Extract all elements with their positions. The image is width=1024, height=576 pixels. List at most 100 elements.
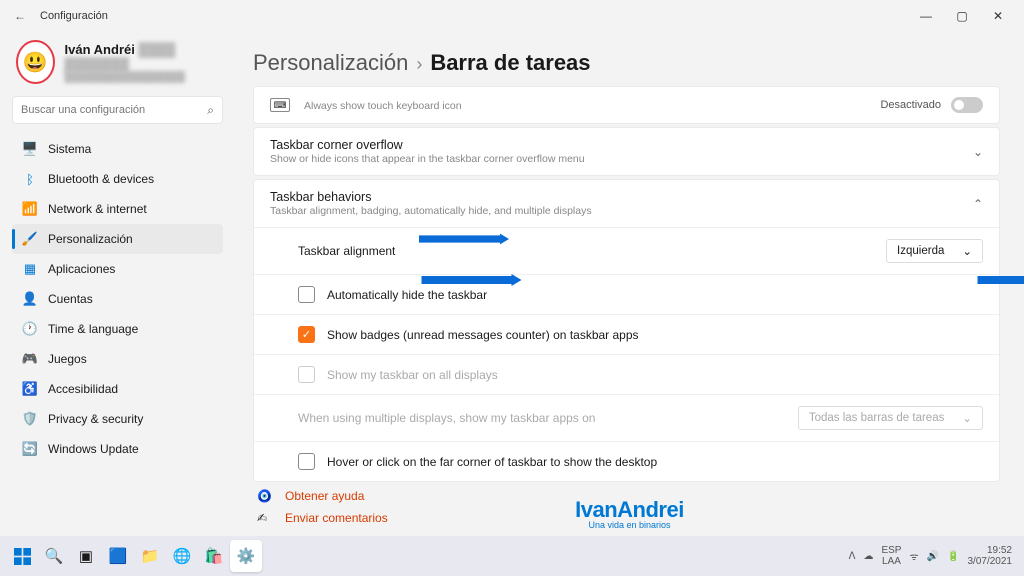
hovercorner-label: Hover or click on the far corner of task…: [327, 455, 983, 469]
explorer-icon[interactable]: 📁: [134, 540, 166, 572]
nav-label: Juegos: [48, 352, 87, 366]
touch-keyboard-toggle[interactable]: [951, 97, 983, 113]
nav-item-juegos[interactable]: 🎮 Juegos: [12, 344, 223, 374]
autohide-row[interactable]: Automatically hide the taskbar: [254, 275, 999, 315]
edge-icon[interactable]: 🌐: [166, 540, 198, 572]
nav-item-network-internet[interactable]: 📶 Network & internet: [12, 194, 223, 224]
nav-label: Accesibilidad: [48, 382, 118, 396]
feedback-icon: ✍︎: [257, 511, 275, 525]
help-icon: 🧿: [257, 489, 275, 503]
alldisplays-checkbox: [298, 366, 315, 383]
nav-icon: ▦: [22, 261, 38, 277]
taskbar-alignment-row: Taskbar alignment Izquierda⌄: [254, 228, 999, 275]
volume-icon[interactable]: 🔊: [927, 551, 939, 562]
nav-item-aplicaciones[interactable]: ▦ Aplicaciones: [12, 254, 223, 284]
nav-icon: 🖌️: [22, 231, 38, 247]
nav-icon: 👤: [22, 291, 38, 307]
back-button[interactable]: ←: [8, 9, 32, 23]
nav-label: Network & internet: [48, 202, 147, 216]
watermark: IvanAndrei Una vida en binarios: [575, 497, 684, 530]
alldisplays-label: Show my taskbar on all displays: [327, 368, 983, 382]
maximize-button[interactable]: ▢: [944, 4, 980, 28]
nav-icon: 📶: [22, 201, 38, 217]
tray-chevron-icon[interactable]: ᐱ: [849, 551, 856, 562]
nav-item-sistema[interactable]: 🖥️ Sistema: [12, 134, 223, 164]
widgets-icon[interactable]: 🟦: [102, 540, 134, 572]
alignment-dropdown[interactable]: Izquierda⌄: [886, 239, 983, 263]
nav-label: Aplicaciones: [48, 262, 115, 276]
search-icon: ⌕: [207, 103, 214, 118]
start-button[interactable]: [6, 540, 38, 572]
nav-item-bluetooth-devices[interactable]: ᛒ Bluetooth & devices: [12, 164, 223, 194]
nav-icon: 🔄: [22, 441, 38, 457]
autohide-label: Automatically hide the taskbar: [327, 288, 983, 302]
nav-icon: 🖥️: [22, 141, 38, 157]
nav-label: Personalización: [48, 232, 133, 246]
alignment-label: Taskbar alignment: [298, 244, 886, 258]
clock[interactable]: 19:523/07/2021: [968, 545, 1013, 567]
breadcrumb: Personalización › Barra de tareas: [253, 50, 1000, 76]
chevron-down-icon: ⌄: [962, 411, 972, 425]
user-profile[interactable]: 😃 Iván Andréi ████ ███████ █████████████…: [16, 40, 219, 84]
keyboard-icon: ⌨: [270, 98, 290, 112]
nav-item-time-language[interactable]: 🕐 Time & language: [12, 314, 223, 344]
chevron-right-icon: ›: [416, 54, 422, 75]
breadcrumb-parent[interactable]: Personalización: [253, 50, 408, 76]
nav-item-privacy-security[interactable]: 🛡️ Privacy & security: [12, 404, 223, 434]
hovercorner-checkbox[interactable]: [298, 453, 315, 470]
badges-checkbox[interactable]: ✓: [298, 326, 315, 343]
minimize-button[interactable]: —: [908, 4, 944, 28]
nav-item-cuentas[interactable]: 👤 Cuentas: [12, 284, 223, 314]
onedrive-icon[interactable]: ☁: [863, 551, 873, 562]
settings-icon[interactable]: ⚙️: [230, 540, 262, 572]
autohide-checkbox[interactable]: [298, 286, 315, 303]
overflow-title: Taskbar corner overflow: [270, 138, 973, 152]
nav-label: Windows Update: [48, 442, 139, 456]
behaviors-row[interactable]: Taskbar behaviors Taskbar alignment, bad…: [254, 180, 999, 227]
touch-keyboard-sub: Always show touch keyboard icon: [304, 100, 880, 112]
multidisp-row: When using multiple displays, show my ta…: [254, 395, 999, 442]
user-name: Iván Andréi ████ ███████: [65, 42, 219, 72]
nav-icon: 🎮: [22, 351, 38, 367]
badges-row[interactable]: ✓ Show badges (unread messages counter) …: [254, 315, 999, 355]
nav-icon: 🛡️: [22, 411, 38, 427]
search-taskbar-icon[interactable]: 🔍: [38, 540, 70, 572]
nav-item-windows-update[interactable]: 🔄 Windows Update: [12, 434, 223, 464]
multidisp-dropdown: Todas las barras de tareas⌄: [798, 406, 983, 430]
overflow-sub: Show or hide icons that appear in the ta…: [270, 153, 973, 165]
nav-label: Sistema: [48, 142, 91, 156]
nav-icon: ᛒ: [22, 171, 38, 187]
battery-icon[interactable]: 🔋: [947, 551, 959, 562]
nav-label: Bluetooth & devices: [48, 172, 154, 186]
avatar: 😃: [16, 40, 55, 84]
nav-icon: ♿: [22, 381, 38, 397]
chevron-up-icon: ⌃: [973, 197, 983, 211]
behaviors-sub: Taskbar alignment, badging, automaticall…: [270, 205, 973, 217]
wifi-icon[interactable]: ᯤ: [909, 549, 918, 563]
nav-list: 🖥️ Sistema ᛒ Bluetooth & devices 📶 Network & …: [12, 134, 223, 464]
toggle-state: Desactivado: [880, 99, 941, 111]
language-indicator[interactable]: ESPLAA: [881, 545, 901, 567]
nav-item-personalizaci-n[interactable]: 🖌️ Personalización: [12, 224, 223, 254]
nav-item-accesibilidad[interactable]: ♿ Accesibilidad: [12, 374, 223, 404]
close-button[interactable]: ✕: [980, 4, 1016, 28]
store-icon[interactable]: 🛍️: [198, 540, 230, 572]
alldisplays-row: Show my taskbar on all displays: [254, 355, 999, 395]
chevron-down-icon: ⌄: [962, 244, 972, 258]
user-email: █████████████████: [65, 72, 219, 83]
nav-label: Privacy & security: [48, 412, 143, 426]
taskbar: 🔍 ▣ 🟦 📁 🌐 🛍️ ⚙️ ᐱ ☁ ESPLAA ᯤ 🔊 🔋 19:523/…: [0, 536, 1024, 576]
touch-keyboard-row[interactable]: ⌨ Always show touch keyboard icon Desact…: [254, 87, 999, 123]
chevron-down-icon: ⌄: [973, 145, 983, 159]
nav-label: Time & language: [48, 322, 138, 336]
taskview-icon[interactable]: ▣: [70, 540, 102, 572]
nav-icon: 🕐: [22, 321, 38, 337]
nav-label: Cuentas: [48, 292, 93, 306]
search-input[interactable]: [21, 104, 207, 116]
multidisp-label: When using multiple displays, show my ta…: [298, 411, 798, 425]
search-box[interactable]: ⌕: [12, 96, 223, 124]
window-title: Configuración: [40, 10, 108, 22]
hovercorner-row[interactable]: Hover or click on the far corner of task…: [254, 442, 999, 481]
overflow-row[interactable]: Taskbar corner overflow Show or hide ico…: [254, 128, 999, 175]
breadcrumb-current: Barra de tareas: [430, 50, 590, 76]
